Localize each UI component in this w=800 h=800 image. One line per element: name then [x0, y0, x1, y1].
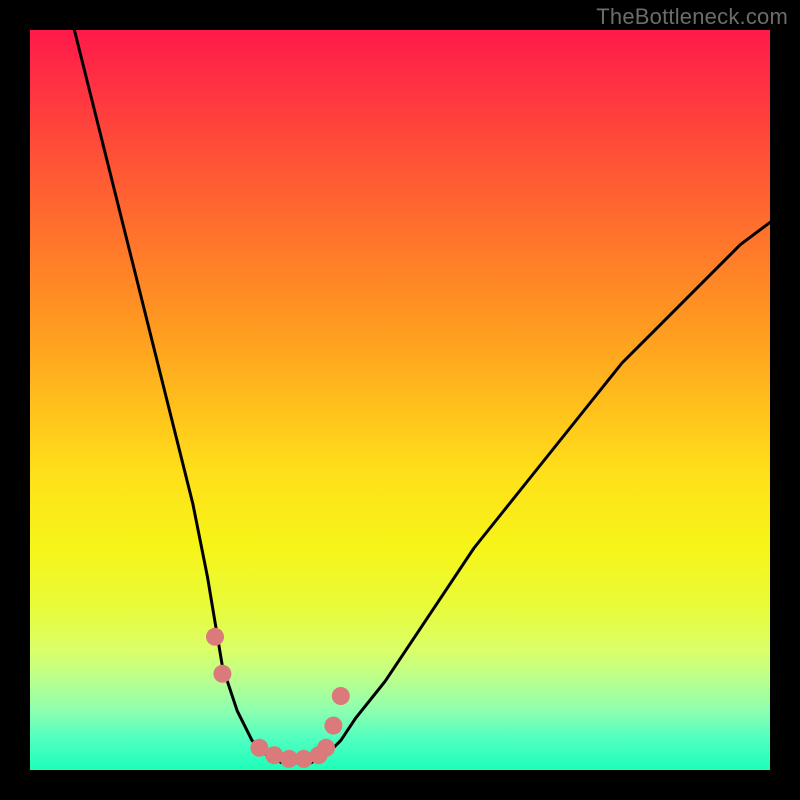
marker-point: [213, 665, 231, 683]
curve-layer: [30, 30, 770, 770]
marker-group: [206, 628, 350, 768]
marker-point: [332, 687, 350, 705]
plot-area: [30, 30, 770, 770]
marker-point: [317, 739, 335, 757]
bottleneck-curve: [74, 30, 770, 763]
watermark-text: TheBottleneck.com: [596, 4, 788, 30]
marker-point: [206, 628, 224, 646]
chart-frame: TheBottleneck.com: [0, 0, 800, 800]
marker-point: [324, 717, 342, 735]
